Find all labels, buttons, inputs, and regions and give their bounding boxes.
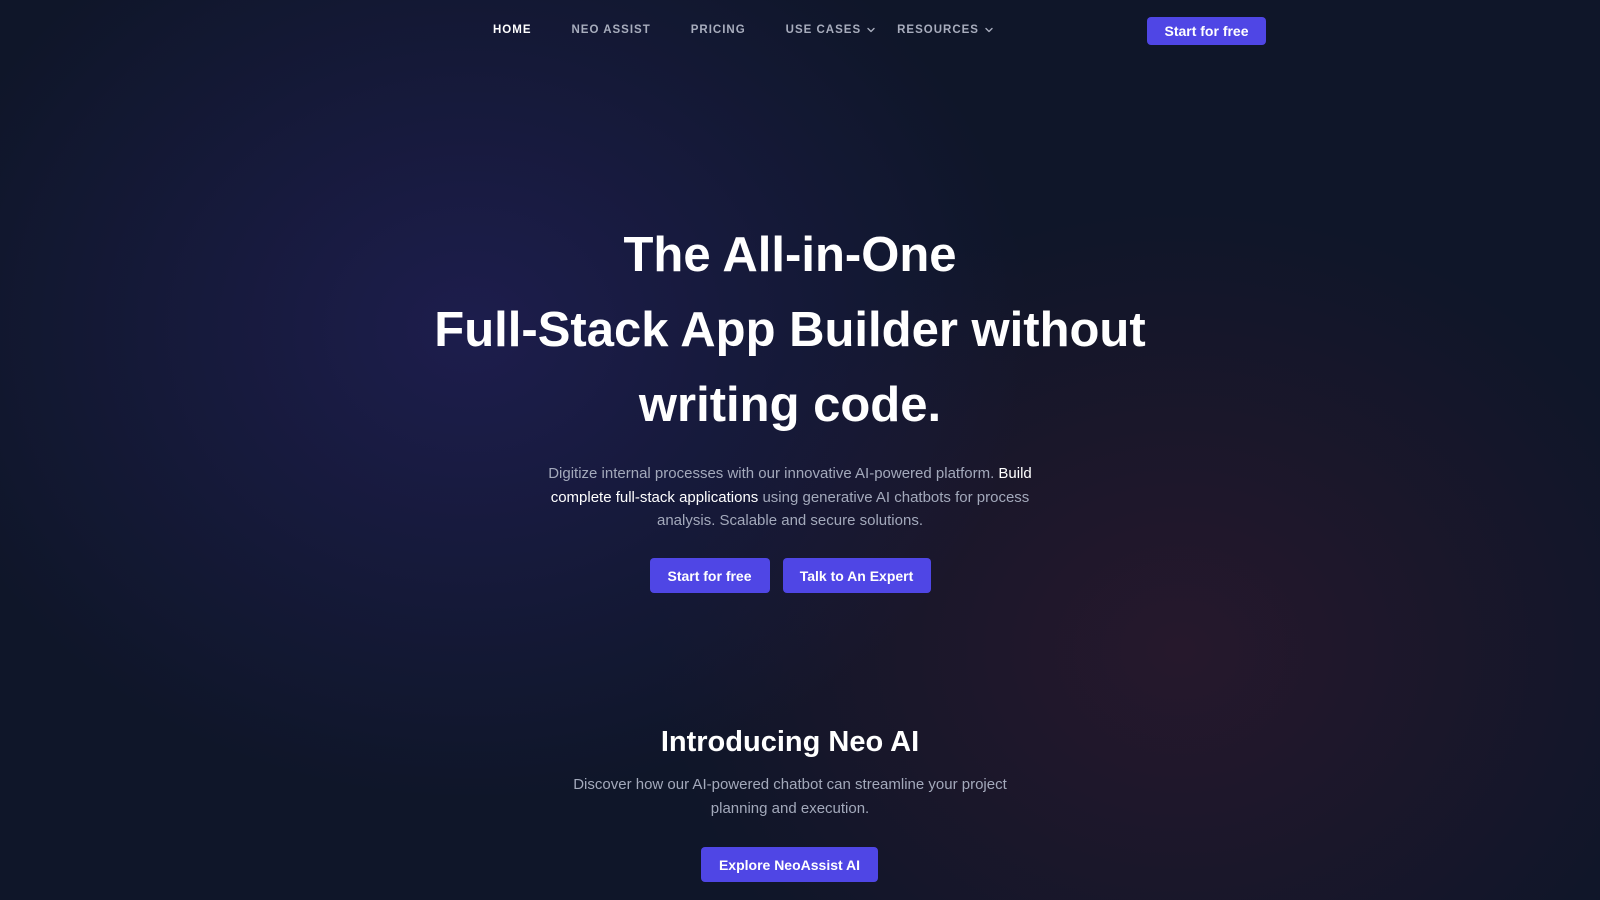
explore-neoassist-button[interactable]: Explore NeoAssist AI <box>701 847 878 882</box>
nav-item-neo-assist[interactable]: NEO ASSIST <box>572 24 651 36</box>
neo-ai-title: Introducing Neo AI <box>660 726 920 758</box>
hero-buttons: Start for free Talk to An Expert <box>0 558 1580 593</box>
talk-to-expert-button[interactable]: Talk to An Expert <box>782 558 931 593</box>
nav-item-neo-assist-label: NEO ASSIST <box>571 24 651 36</box>
hero-title-line-3: writing code. <box>638 378 942 432</box>
nav-item-pricing-label: PRICING <box>690 24 746 36</box>
top-navigation: HOME NEO ASSIST PRICING USE CASES RESOUR… <box>0 0 1600 60</box>
hero-title: The All-in-One Full-Stack App Builder wi… <box>0 218 1580 443</box>
hero-description: Digitize internal processes with our inn… <box>540 462 1040 533</box>
hero-description-part-1: Digitize internal processes with our inn… <box>548 465 995 482</box>
nav-item-use-cases[interactable]: USE CASES <box>786 24 875 36</box>
nav-links: HOME NEO ASSIST PRICING USE CASES RESOUR… <box>493 22 993 38</box>
neo-ai-description: Discover how our AI-powered chatbot can … <box>573 776 1007 817</box>
hero-title-line-1: The All-in-One <box>623 228 957 282</box>
nav-item-home[interactable]: HOME <box>493 24 532 36</box>
nav-item-home-label: HOME <box>493 24 532 36</box>
hero-title-line-2: Full-Stack App Builder without <box>434 303 1146 357</box>
nav-start-for-free-button[interactable]: Start for free <box>1147 17 1266 45</box>
nav-item-use-cases-label: USE CASES <box>785 24 862 36</box>
nav-item-pricing[interactable]: PRICING <box>691 24 746 36</box>
landing-page: HOME NEO ASSIST PRICING USE CASES RESOUR… <box>0 0 1600 900</box>
nav-item-resources-label: RESOURCES <box>897 24 979 36</box>
chevron-down-icon <box>867 27 875 33</box>
chevron-down-icon <box>985 27 993 33</box>
nav-item-resources[interactable]: RESOURCES <box>897 24 993 36</box>
hero-start-for-free-button[interactable]: Start for free <box>649 558 770 593</box>
